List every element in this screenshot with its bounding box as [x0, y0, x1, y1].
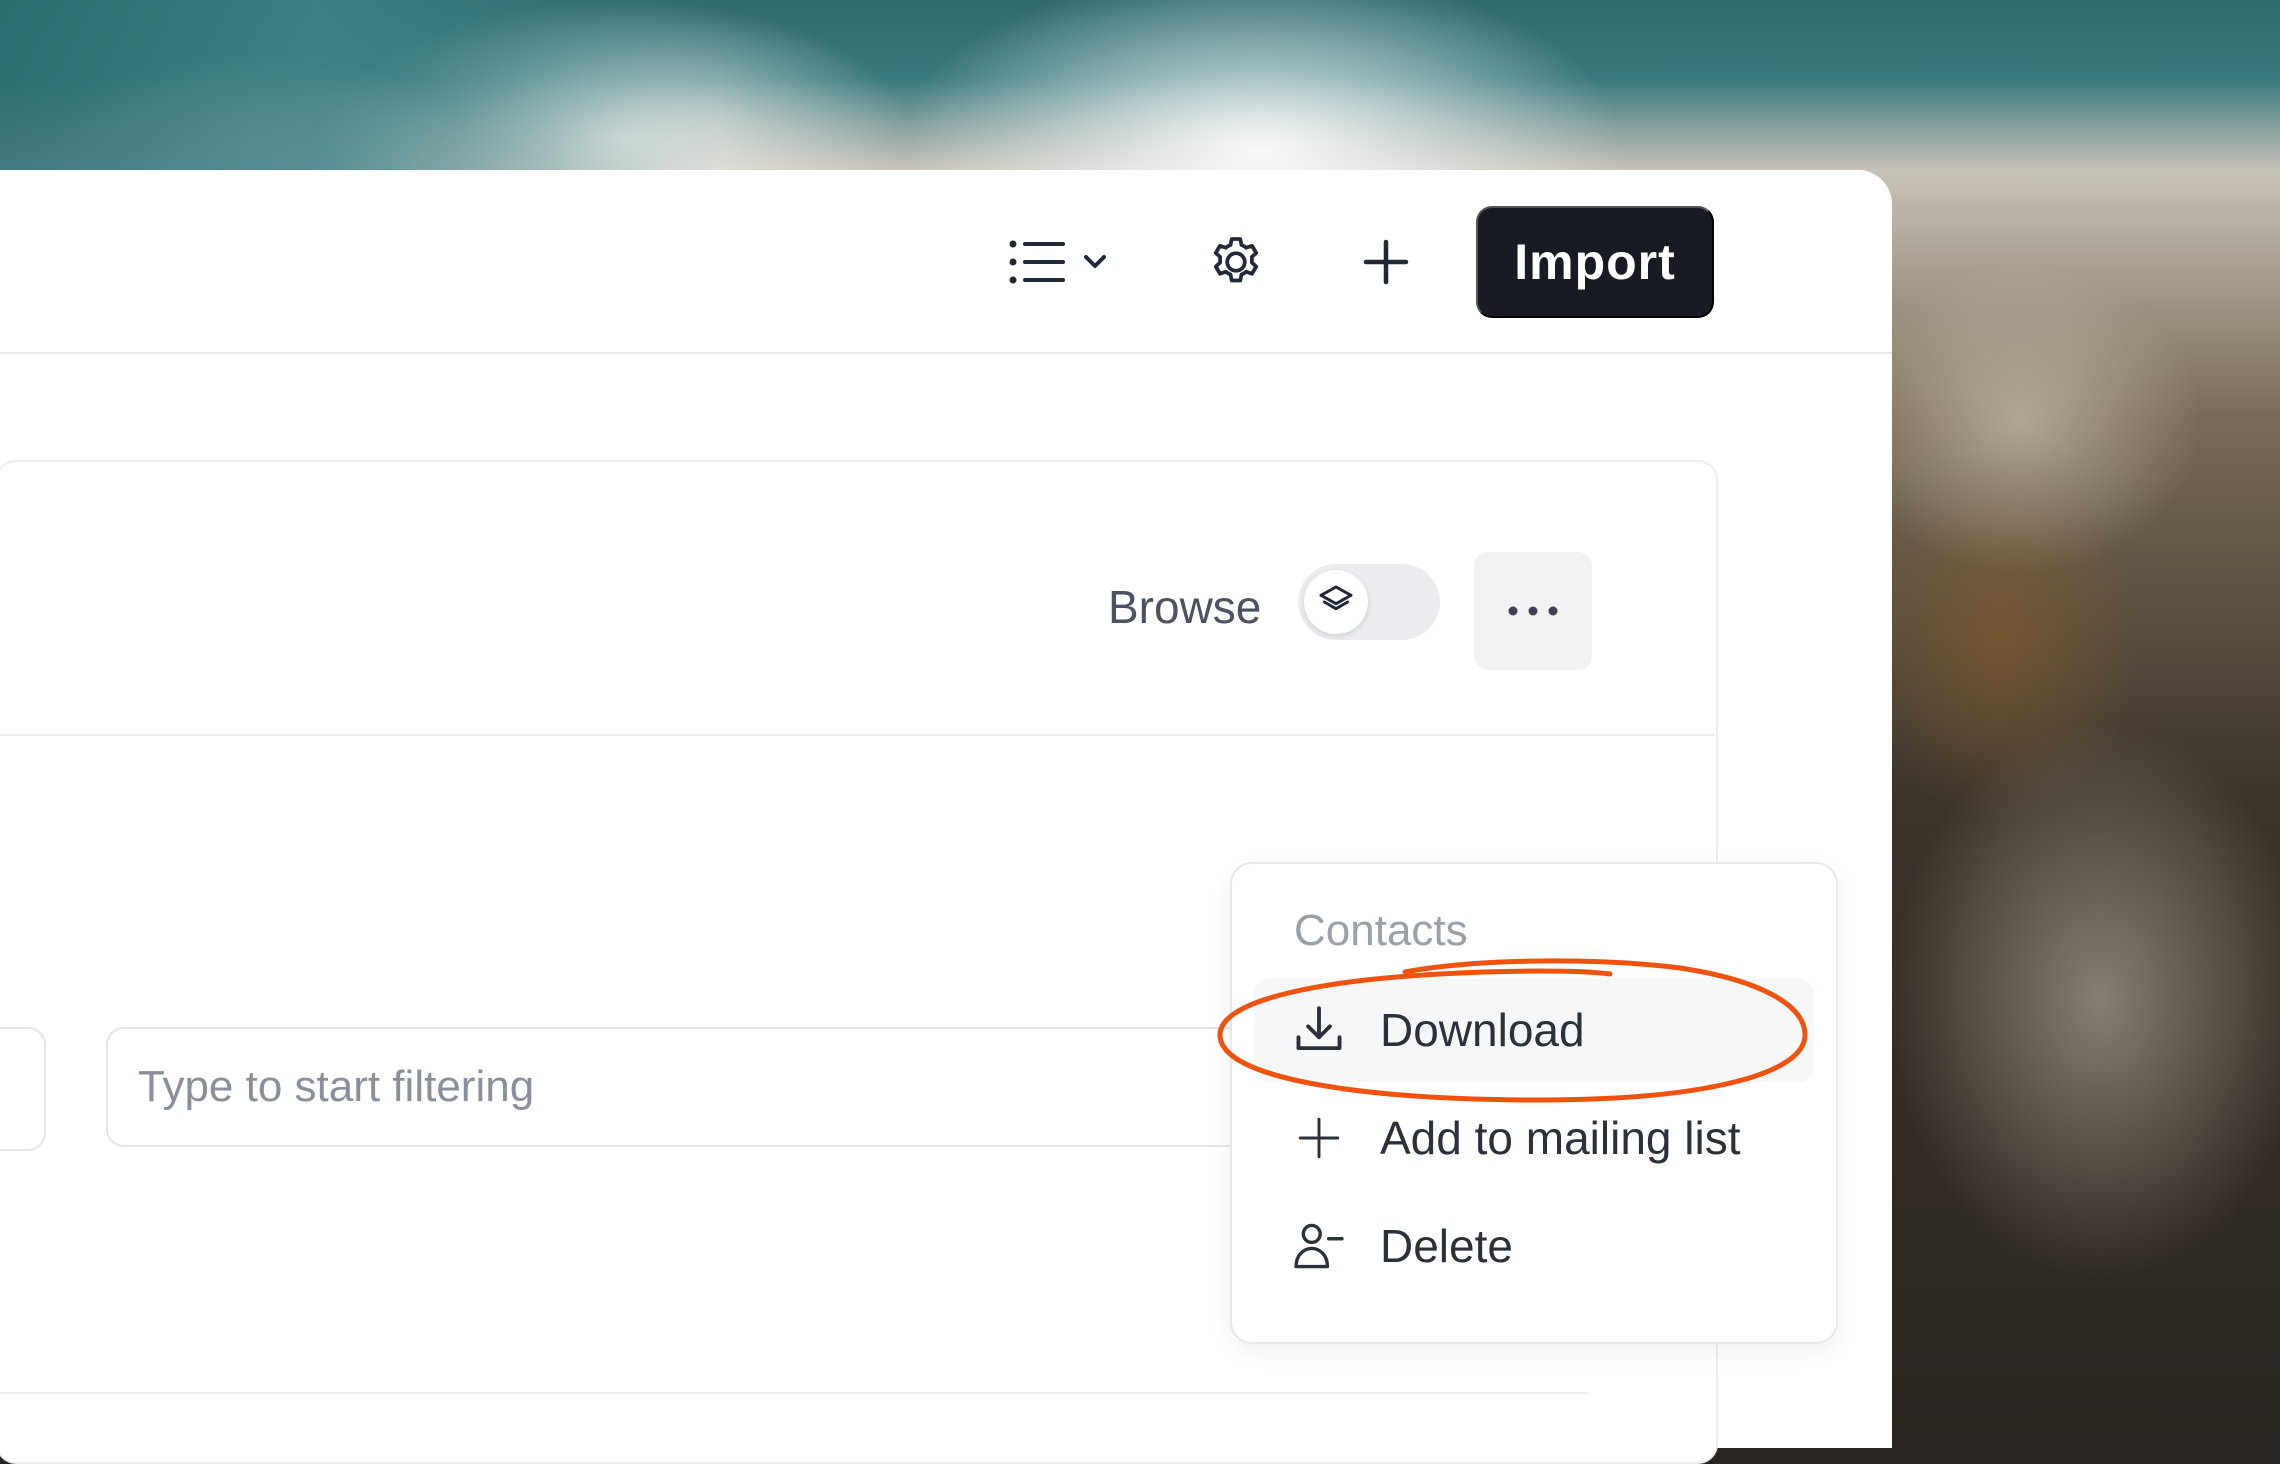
- add-button[interactable]: [1346, 222, 1426, 302]
- app-window: Import Browse Contacts: [0, 170, 1892, 1464]
- menu-item-add-to-mailing-list[interactable]: Add to mailing list: [1254, 1086, 1814, 1190]
- filter-input[interactable]: [106, 1027, 1366, 1147]
- background-sea: [0, 0, 900, 180]
- panel-divider: [0, 734, 1714, 736]
- download-icon: [1286, 997, 1352, 1063]
- menu-item-label: Download: [1380, 1004, 1585, 1056]
- layers-icon: [1319, 585, 1353, 611]
- ellipsis-icon: [1508, 606, 1558, 616]
- import-button[interactable]: Import: [1476, 206, 1714, 318]
- toggle-knob: [1304, 570, 1368, 634]
- view-switcher-button[interactable]: [1000, 226, 1120, 298]
- menu-item-label: Add to mailing list: [1380, 1112, 1741, 1164]
- header-toolbar: Import: [0, 170, 1892, 354]
- list-view-icon: [1009, 240, 1065, 284]
- contacts-dropdown-menu: Contacts Download Add to mailing list De…: [1230, 862, 1838, 1344]
- user-minus-icon: [1286, 1213, 1352, 1279]
- browse-toggle[interactable]: [1298, 564, 1440, 640]
- more-actions-button[interactable]: [1474, 552, 1592, 670]
- menu-heading: Contacts: [1294, 906, 1468, 955]
- browse-label: Browse: [1108, 581, 1262, 633]
- menu-item-download[interactable]: Download: [1254, 978, 1814, 1082]
- menu-item-label: Delete: [1380, 1220, 1513, 1272]
- chevron-down-icon: [1084, 255, 1106, 268]
- plus-icon: [1363, 239, 1409, 285]
- settings-button[interactable]: [1196, 222, 1276, 302]
- plus-icon: [1286, 1105, 1352, 1171]
- menu-item-delete[interactable]: Delete: [1254, 1194, 1814, 1298]
- gear-icon: [1213, 237, 1259, 283]
- panel-divider-bottom: [0, 1392, 1588, 1394]
- filter-field-left[interactable]: [0, 1027, 46, 1151]
